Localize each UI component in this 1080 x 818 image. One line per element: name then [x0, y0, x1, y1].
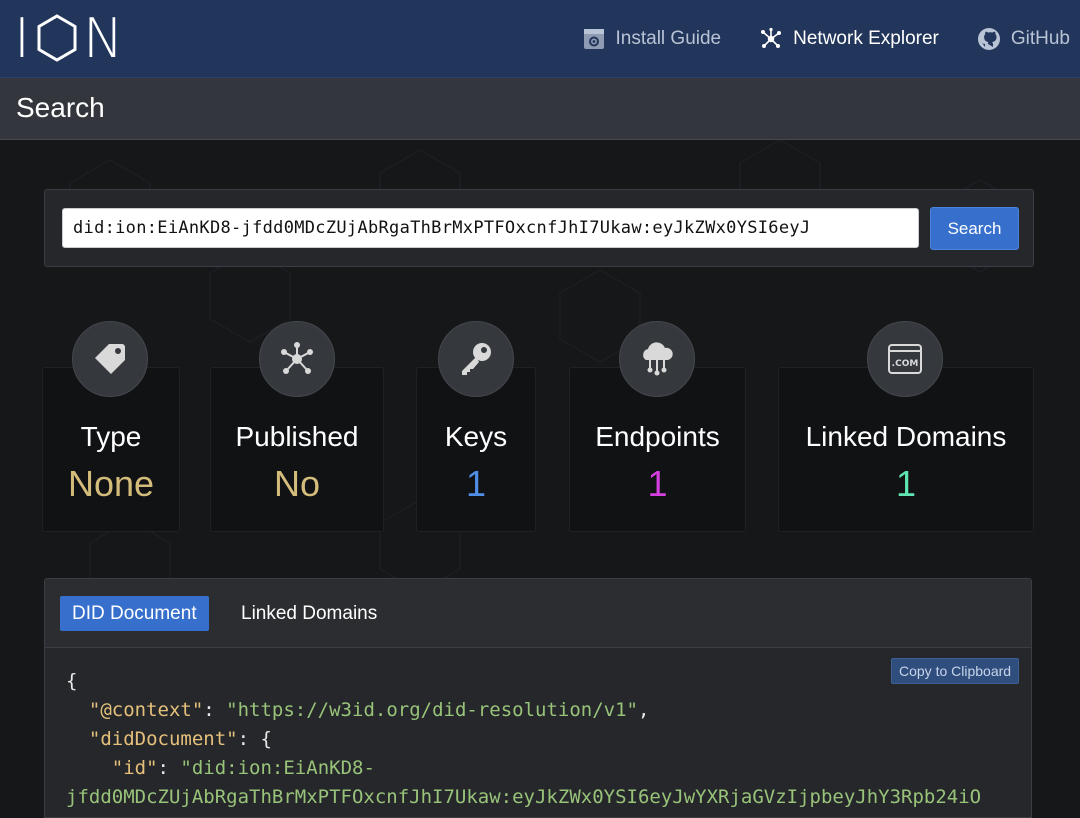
network-icon [259, 321, 335, 397]
stat-label-endpoints: Endpoints [595, 421, 720, 452]
tab-bar: DID Document Linked Domains [45, 579, 1031, 648]
key-icon [438, 321, 514, 397]
tag-icon [72, 321, 148, 397]
code-key-did-document: "didDocument" [88, 728, 238, 750]
install-gear-icon [583, 28, 604, 49]
nav-install-guide-label: Install Guide [615, 27, 722, 49]
search-button[interactable]: Search [930, 207, 1019, 250]
code-value-id-continued: jfdd0MDcZUjAbRgaThBrMxPTFOxcnfJhI7Ukaw:e… [66, 786, 982, 808]
stat-value-linked-domains: 1 [895, 463, 917, 504]
tab-linked-domains[interactable]: Linked Domains [229, 596, 389, 631]
nav-network-explorer-label: Network Explorer [793, 27, 939, 49]
code-value-id-start: "did:ion:EiAnKD8- [180, 757, 375, 779]
dotcom-icon: .COM [867, 321, 943, 397]
stat-label-linked-domains: Linked Domains [805, 421, 1007, 452]
did-search-input[interactable] [62, 208, 919, 248]
code-key-id: "id" [111, 757, 158, 779]
cloud-network-icon [619, 321, 695, 397]
nav-github-label: GitHub [1010, 27, 1070, 49]
nav-network-explorer[interactable]: Network Explorer [759, 27, 939, 51]
stat-label-keys: Keys [444, 421, 508, 452]
github-icon [977, 27, 1000, 50]
stat-value-endpoints: 1 [647, 463, 668, 504]
code-value-context: "https://w3id.org/did-resolution/v1" [226, 699, 638, 721]
code-key-context: "@context" [88, 699, 204, 721]
did-document-panel: DID Document Linked Domains Copy to Clip… [44, 578, 1032, 818]
stat-value-type: None [67, 463, 155, 504]
logo-text: N [82, 6, 125, 70]
hexagon-icon [37, 14, 77, 62]
stat-label-type: Type [80, 421, 142, 452]
nav-github[interactable]: GitHub [977, 27, 1070, 51]
search-panel: Search [44, 189, 1034, 267]
nav-install-guide[interactable]: Install Guide [582, 27, 722, 51]
page-title: Search [16, 92, 105, 123]
page-header: Search [0, 78, 1080, 140]
code-line-open-brace: { [66, 670, 78, 692]
nav-links: Install Guide Network Explorer GitHub [582, 0, 1070, 77]
logo-i: I [14, 6, 31, 70]
top-navbar: I N Install Guide Network Explorer GitHu… [0, 0, 1080, 78]
network-explorer-icon [761, 27, 782, 48]
did-document-json: { "@context": "https://w3id.org/did-reso… [66, 670, 982, 808]
tab-did-document[interactable]: DID Document [60, 596, 209, 631]
stat-value-keys: 1 [465, 463, 487, 504]
ion-logo[interactable]: I N [14, 7, 124, 70]
stat-label-published: Published [235, 421, 359, 452]
stat-value-published: No [273, 463, 321, 504]
svg-text:.COM: .COM [892, 359, 919, 369]
